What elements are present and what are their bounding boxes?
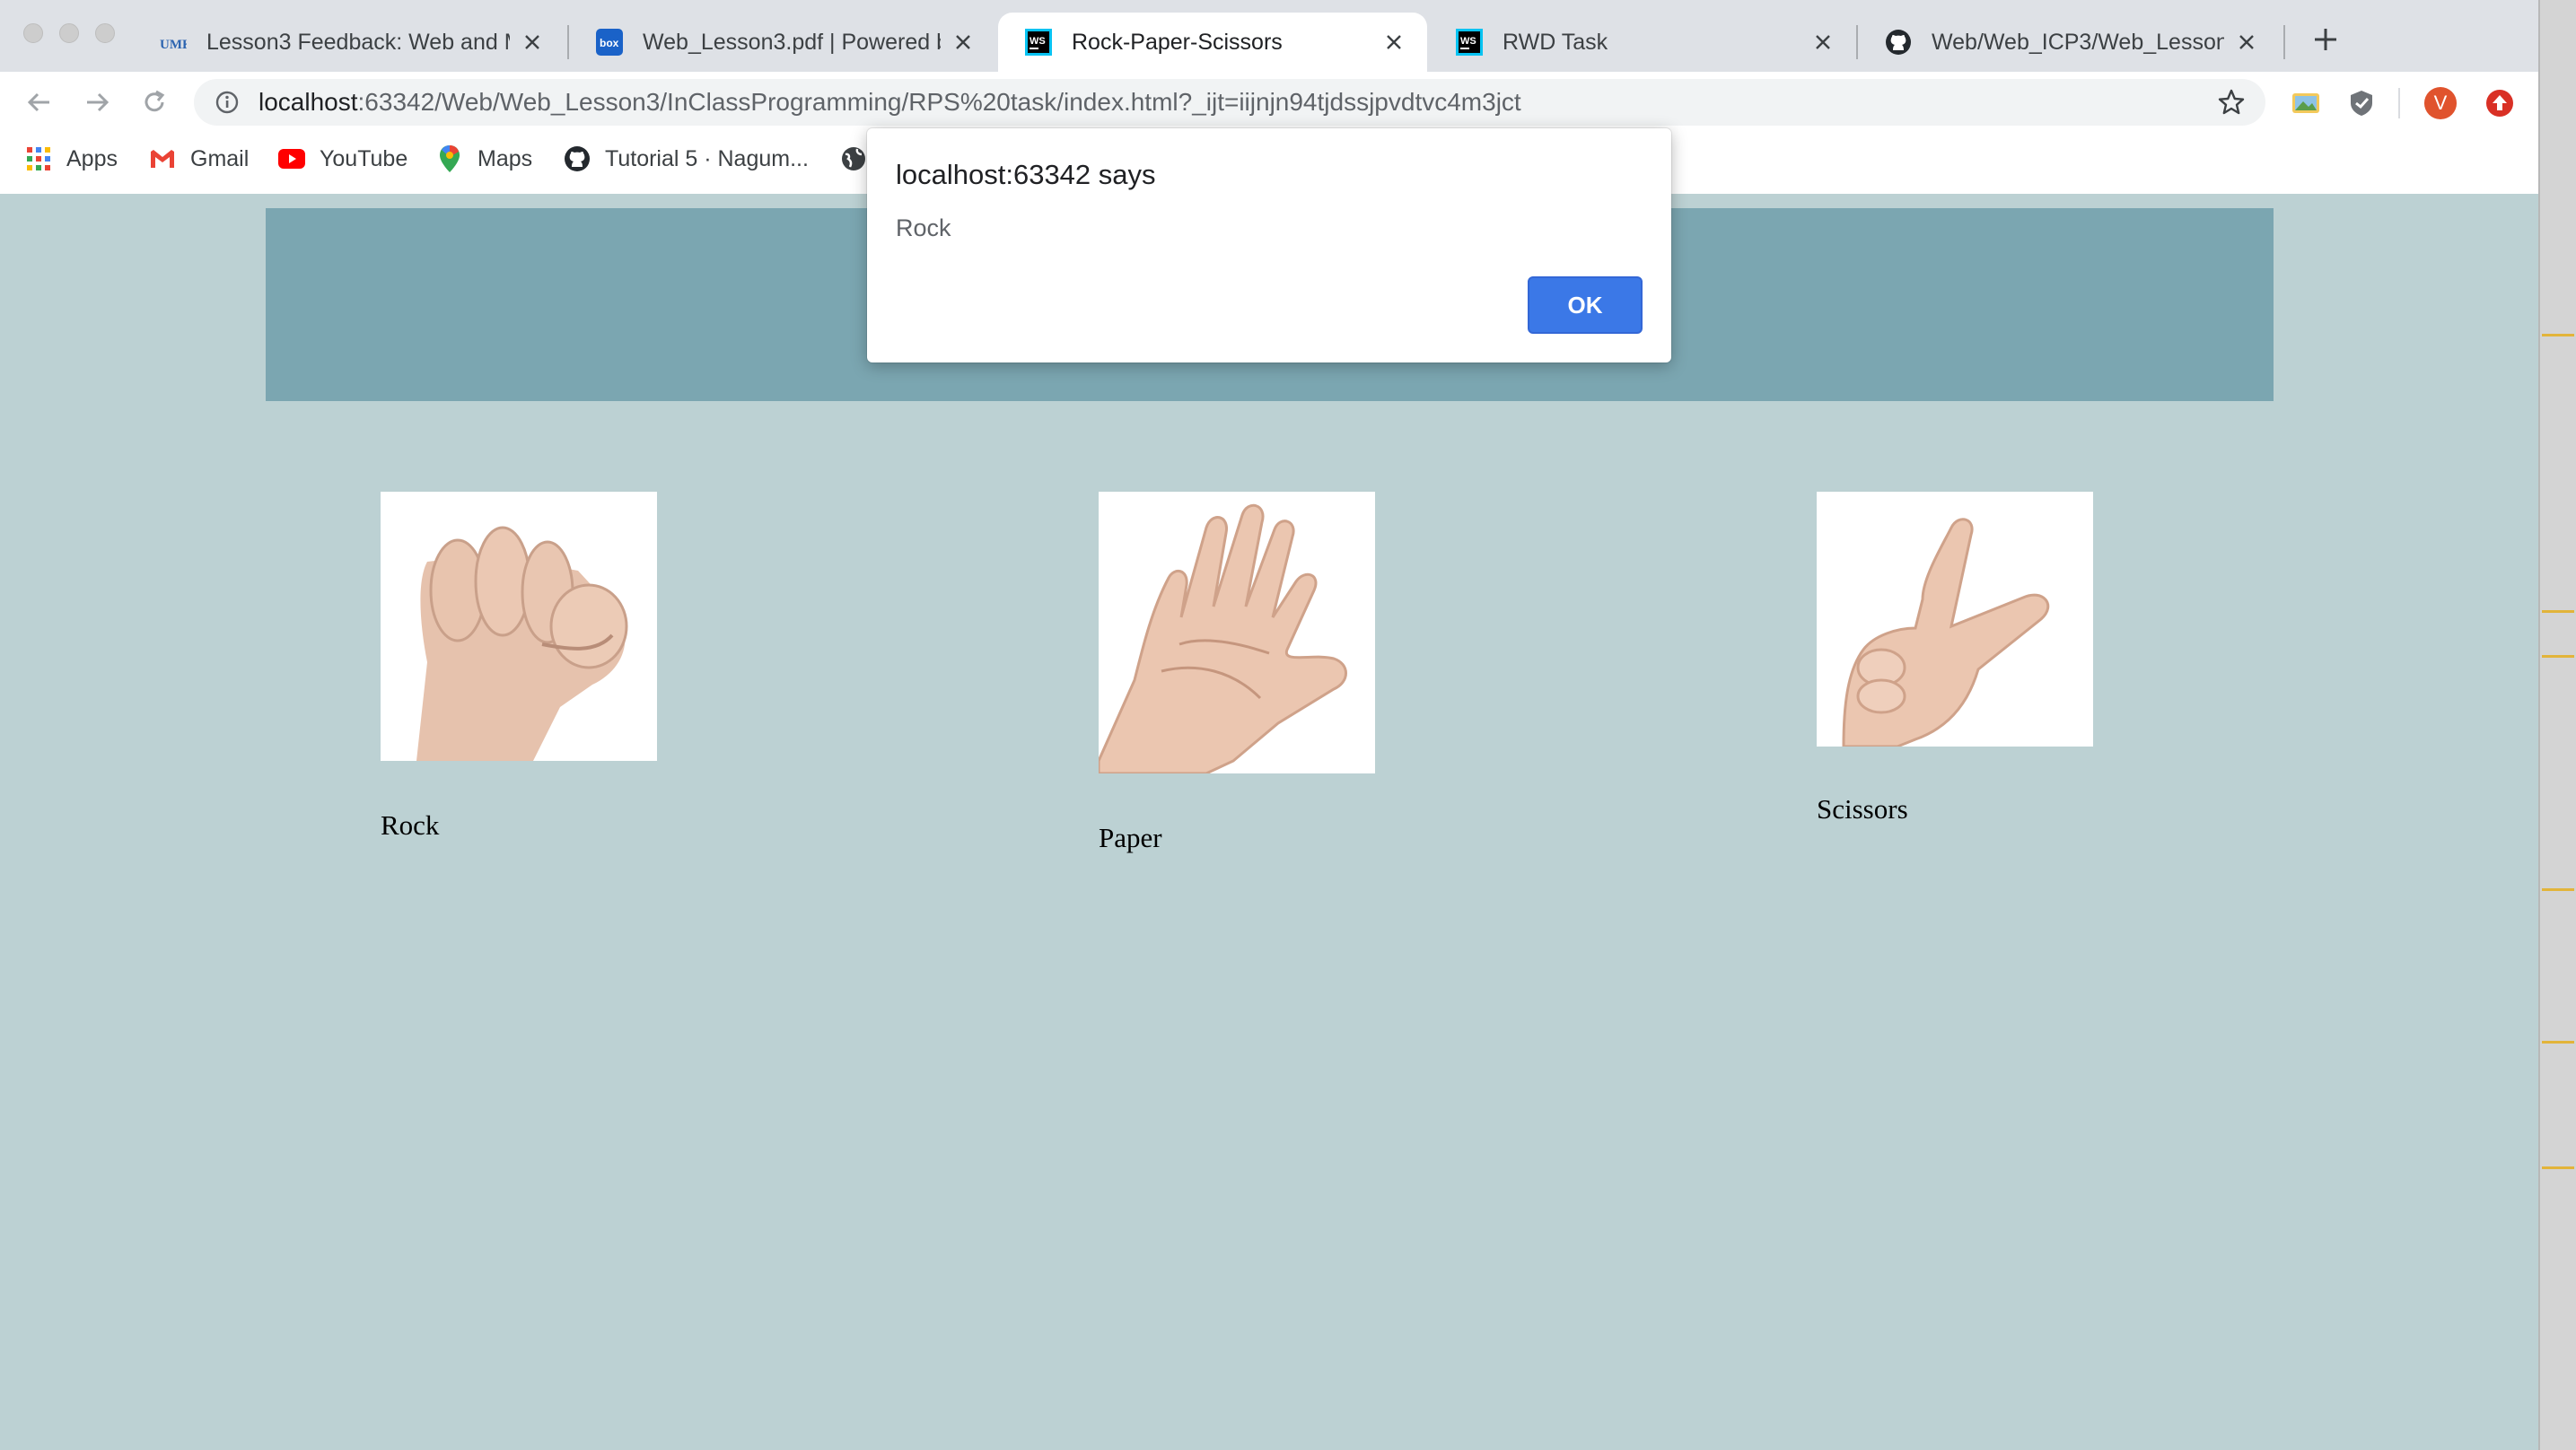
close-icon[interactable] (2233, 29, 2260, 56)
bookmark-label: Tutorial 5 · Nagum... (605, 145, 809, 171)
choice-label: Paper (1099, 822, 1162, 853)
plus-icon (2315, 29, 2336, 50)
background-window-edge (2538, 0, 2576, 1450)
gmail-icon (149, 145, 176, 172)
webstorm-icon: WS (1456, 29, 1483, 56)
tab-title: Lesson3 Feedback: Web and M (206, 29, 510, 55)
profile-initial: V (2433, 92, 2448, 114)
back-button[interactable] (22, 84, 57, 120)
two-finger-hand-image[interactable] (1817, 492, 2093, 747)
bookmark-label: Gmail (190, 145, 250, 171)
new-tab-button[interactable] (2308, 22, 2344, 57)
tab-rock-paper-scissors[interactable]: WS Rock-Paper-Scissors (998, 13, 1427, 72)
close-icon[interactable] (950, 29, 977, 56)
tab-rwd-task[interactable]: WS RWD Task (1429, 13, 1856, 72)
choice-paper[interactable]: Paper (1099, 492, 1377, 878)
box-logo-icon: box (596, 29, 623, 56)
bookmark-maps[interactable]: Maps (436, 142, 532, 176)
url-host: localhost (258, 88, 358, 116)
back-arrow-icon (27, 92, 49, 112)
tab-title: Web_Lesson3.pdf | Powered by (643, 29, 941, 55)
bookmark-tutorial-5[interactable]: Tutorial 5 · Nagum... (564, 142, 809, 176)
window-close-button[interactable] (23, 23, 43, 43)
choice-label: Scissors (1817, 793, 1908, 825)
reload-button[interactable] (136, 84, 172, 120)
bookmark-youtube[interactable]: YouTube (278, 142, 407, 176)
umkc-logo-icon: UMKC (160, 29, 187, 56)
tab-title: RWD Task (1503, 29, 1608, 55)
bookmark-star-icon[interactable] (2217, 88, 2246, 117)
address-bar[interactable]: localhost:63342/Web/Web_Lesson3/InClassP… (194, 79, 2265, 126)
svg-text:box: box (600, 37, 619, 49)
choice-scissors[interactable]: Scissors (1817, 492, 2095, 860)
extension-photos-icon[interactable] (2289, 86, 2323, 120)
close-icon[interactable] (1380, 29, 1407, 56)
fist-hand-image[interactable] (381, 492, 657, 761)
update-available-icon[interactable] (2483, 86, 2517, 120)
forward-arrow-icon (87, 92, 110, 112)
close-icon[interactable] (519, 29, 546, 56)
ok-button[interactable]: OK (1528, 276, 1643, 334)
window-minimize-button[interactable] (59, 23, 79, 43)
page-content: Rock Paper Scissors (0, 194, 2538, 1450)
github-icon (1885, 29, 1912, 56)
github-icon (564, 145, 591, 172)
bookmark-gmail[interactable]: Gmail (149, 142, 249, 176)
apps-grid-icon (25, 145, 52, 172)
bookmark-label: YouTube (320, 145, 408, 171)
bookmark-label: Apps (66, 145, 118, 171)
maps-pin-icon (436, 145, 463, 172)
webstorm-icon: WS (1025, 29, 1052, 56)
open-palm-hand-image[interactable] (1099, 492, 1375, 773)
svg-text:UMKC: UMKC (160, 38, 187, 52)
bookmark-label: Maps (478, 145, 533, 171)
reload-icon (145, 90, 165, 112)
dialog-message: Rock (896, 214, 951, 241)
svg-text:WS: WS (1030, 36, 1046, 47)
tab-title: Web/Web_ICP3/Web_Lesson3 (1932, 29, 2224, 55)
alert-dialog: localhost:63342 says Rock OK (867, 128, 1671, 362)
dialog-title: localhost:63342 says (896, 159, 1156, 190)
url-path: :63342/Web/Web_Lesson3/InClassProgrammin… (357, 88, 1521, 116)
site-info-icon[interactable] (214, 89, 241, 116)
svg-text:WS: WS (1460, 36, 1476, 47)
choice-label: Rock (381, 809, 440, 841)
browser-window: UMKC Lesson3 Feedback: Web and M box Web… (0, 0, 2538, 1450)
bookmark-apps[interactable]: Apps (25, 142, 118, 176)
tab-title: Rock-Paper-Scissors (1072, 29, 1283, 55)
close-icon[interactable] (1809, 29, 1836, 56)
forward-button[interactable] (79, 84, 115, 120)
tab-web-lesson3-pdf[interactable]: box Web_Lesson3.pdf | Powered by (569, 13, 996, 72)
url-text[interactable]: localhost:63342/Web/Web_Lesson3/InClassP… (258, 88, 1521, 117)
profile-avatar[interactable]: V (2423, 86, 2458, 120)
globe-icon (840, 145, 867, 172)
tab-github-web-icp3[interactable]: Web/Web_ICP3/Web_Lesson3 (1858, 13, 2280, 72)
window-zoom-button[interactable] (95, 23, 115, 43)
tab-strip: UMKC Lesson3 Feedback: Web and M box Web… (0, 0, 2538, 72)
choice-rock[interactable]: Rock (381, 492, 659, 869)
tab-lesson3-feedback[interactable]: UMKC Lesson3 Feedback: Web and M (133, 13, 565, 72)
youtube-icon (278, 145, 305, 172)
extension-shield-icon[interactable] (2344, 86, 2379, 120)
